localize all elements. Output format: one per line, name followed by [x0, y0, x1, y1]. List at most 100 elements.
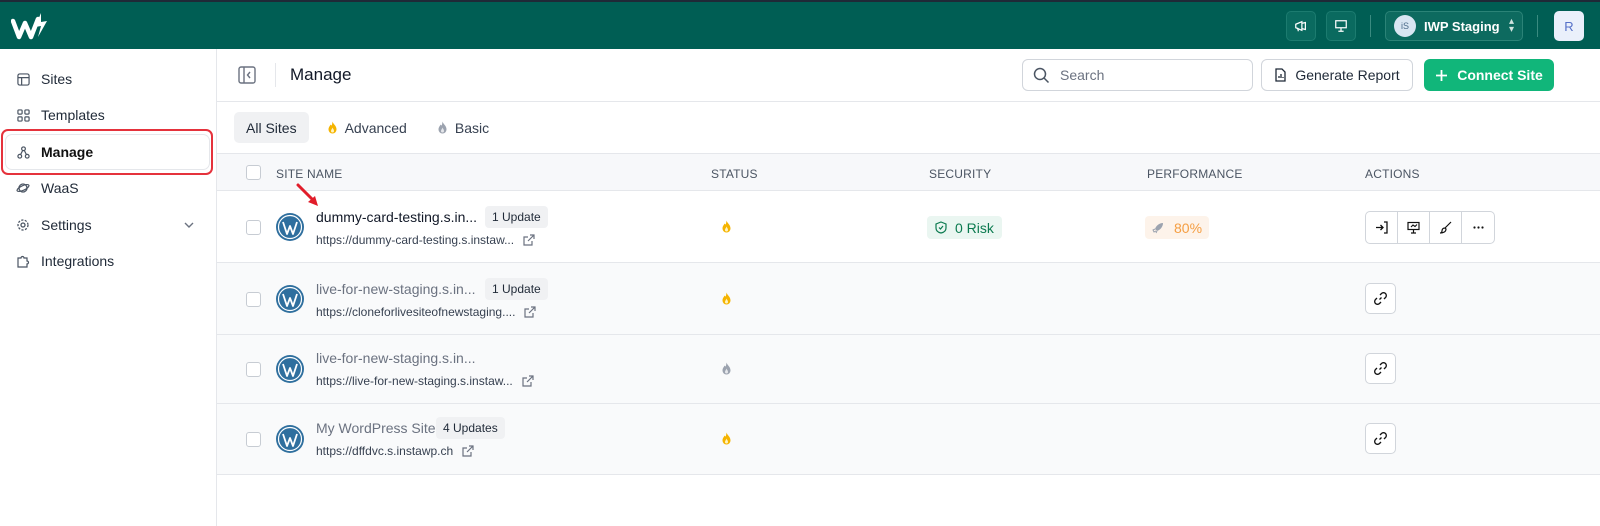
- wordpress-icon: [276, 355, 304, 383]
- tab-label: All Sites: [246, 119, 297, 136]
- chevron-down-icon: [184, 222, 194, 228]
- sidebar-item-label: Templates: [41, 107, 105, 123]
- column-header: SECURITY: [929, 167, 992, 181]
- row-actions: [1365, 211, 1495, 244]
- user-avatar[interactable]: R: [1554, 11, 1584, 41]
- shield-icon: [935, 221, 947, 234]
- wordpress-icon: [276, 213, 304, 241]
- sidebar: Sites Templates Manage WaaS Settings Int…: [0, 49, 217, 526]
- table-row[interactable]: live-for-new-staging.s.in... https://liv…: [217, 335, 1600, 404]
- tab-label: Advanced: [344, 119, 407, 136]
- site-url[interactable]: https://live-for-new-staging.s.instaw...: [316, 374, 534, 388]
- site-name-link[interactable]: live-for-new-staging.s.in...: [316, 281, 476, 297]
- grid-icon: [16, 108, 30, 122]
- sites-table: SITE NAME STATUS SECURITY PERFORMANCE AC…: [217, 153, 1600, 475]
- report-icon: [1275, 68, 1286, 82]
- rocket-icon: [1152, 222, 1163, 233]
- link-icon[interactable]: [1365, 353, 1396, 384]
- generate-report-label: Generate Report: [1295, 67, 1400, 83]
- link-icon[interactable]: [1365, 423, 1396, 454]
- external-link-icon[interactable]: [522, 375, 534, 387]
- external-link-icon[interactable]: [462, 445, 474, 457]
- search-input[interactable]: [1060, 67, 1230, 83]
- flame-icon: [722, 220, 731, 233]
- link-icon[interactable]: [1365, 283, 1396, 314]
- sidebar-collapse-icon[interactable]: [238, 66, 256, 84]
- wordpress-icon: [276, 425, 304, 453]
- brush-icon[interactable]: [1430, 212, 1462, 243]
- sidebar-item-label: Integrations: [41, 253, 115, 269]
- header-divider: [275, 63, 276, 87]
- workspace-switcher[interactable]: iS IWP Staging ▴ ▾: [1385, 11, 1523, 41]
- external-link-icon[interactable]: [524, 306, 537, 318]
- search-box[interactable]: [1022, 59, 1253, 91]
- update-badge[interactable]: 1 Update: [485, 278, 548, 300]
- table-header: SITE NAME STATUS SECURITY PERFORMANCE AC…: [217, 153, 1600, 191]
- tab-label: Basic: [454, 119, 490, 136]
- select-all-checkbox[interactable]: [246, 165, 261, 180]
- table-row[interactable]: My WordPress Site 4 Updates https://dffd…: [217, 404, 1600, 475]
- row-checkbox[interactable]: [246, 220, 261, 235]
- topbar-divider: [1537, 15, 1538, 37]
- presentation-icon[interactable]: [1326, 11, 1356, 41]
- highlight-annotation: [1, 129, 213, 175]
- sidebar-item-waas[interactable]: WaaS: [6, 171, 209, 205]
- sidebar-item-integrations[interactable]: Integrations: [6, 244, 209, 278]
- sidebar-item-settings[interactable]: Settings: [6, 208, 209, 242]
- login-icon[interactable]: [1366, 212, 1398, 243]
- site-url-text: https://cloneforlivesiteofnewstaging....: [316, 305, 516, 319]
- flame-icon: [722, 362, 731, 375]
- performance-badge[interactable]: 80%: [1145, 216, 1210, 239]
- gear-icon: [16, 218, 30, 232]
- column-header: PERFORMANCE: [1147, 167, 1243, 181]
- site-name-link[interactable]: My WordPress Site: [316, 420, 436, 436]
- presentation-icon[interactable]: [1398, 212, 1430, 243]
- table-row[interactable]: live-for-new-staging.s.in... 1 Update ht…: [217, 263, 1600, 335]
- connect-site-label: Connect Site: [1457, 67, 1543, 83]
- sidebar-item-label: WaaS: [41, 180, 79, 196]
- chevron-up-down-icon: ▴ ▾: [1508, 16, 1514, 35]
- site-url[interactable]: https://dummy-card-testing.s.instaw...: [316, 233, 535, 247]
- sidebar-item-label: Settings: [41, 217, 92, 233]
- security-risk-text: 0 Risk: [955, 219, 994, 236]
- generate-report-button[interactable]: Generate Report: [1261, 59, 1413, 91]
- site-url[interactable]: https://cloneforlivesiteofnewstaging....: [316, 305, 537, 319]
- row-checkbox[interactable]: [246, 362, 261, 377]
- row-checkbox[interactable]: [246, 292, 261, 307]
- site-name-link[interactable]: live-for-new-staging.s.in...: [316, 350, 476, 366]
- layout-icon: [16, 72, 30, 86]
- instawp-logo[interactable]: [11, 11, 51, 43]
- plus-icon: [1436, 69, 1448, 81]
- red-arrow-annotation: [296, 183, 318, 206]
- row-checkbox[interactable]: [246, 432, 261, 447]
- site-name-link[interactable]: dummy-card-testing.s.in...: [316, 209, 477, 225]
- puzzle-icon: [16, 254, 30, 268]
- column-header: STATUS: [711, 167, 758, 181]
- page-header: Manage Generate Report Connect Site: [217, 49, 1600, 102]
- tab-all-sites[interactable]: All Sites: [234, 112, 309, 143]
- megaphone-icon[interactable]: [1286, 11, 1316, 41]
- column-header: SITE NAME: [276, 167, 343, 181]
- flame-icon: [722, 432, 731, 445]
- topbar-divider: [1370, 15, 1371, 37]
- security-risk-badge[interactable]: 0 Risk: [927, 216, 1002, 239]
- tab-basic[interactable]: Basic: [425, 112, 501, 143]
- top-bar: iS IWP Staging ▴ ▾ R: [0, 0, 1600, 49]
- more-options-icon[interactable]: [1462, 212, 1494, 243]
- page-title: Manage: [290, 65, 352, 84]
- filter-tabs: All Sites Advanced Basic: [234, 112, 501, 143]
- connect-site-button[interactable]: Connect Site: [1424, 59, 1554, 91]
- update-badge[interactable]: 4 Updates: [436, 417, 505, 439]
- sidebar-item-sites[interactable]: Sites: [6, 62, 209, 96]
- performance-score: 80%: [1174, 219, 1203, 236]
- wordpress-icon: [276, 285, 304, 313]
- site-url[interactable]: https://dffdvc.s.instawp.ch: [316, 444, 474, 458]
- sidebar-item-templates[interactable]: Templates: [6, 98, 209, 132]
- column-header: ACTIONS: [1365, 167, 1420, 181]
- table-row[interactable]: dummy-card-testing.s.in... 1 Update http…: [217, 191, 1600, 263]
- tab-advanced[interactable]: Advanced: [315, 112, 419, 143]
- external-link-icon[interactable]: [523, 234, 535, 246]
- flame-icon: [438, 121, 447, 134]
- workspace-name: IWP Staging: [1424, 18, 1500, 34]
- update-badge[interactable]: 1 Update: [485, 206, 548, 228]
